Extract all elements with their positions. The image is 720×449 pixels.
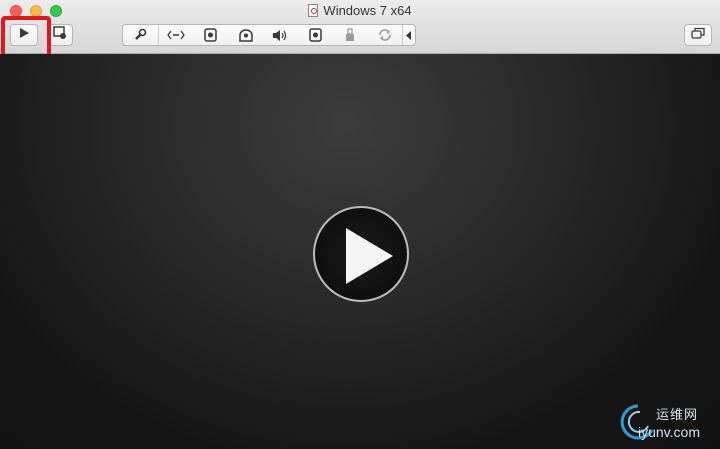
- vm-window: Windows 7 x64 运维网 iyunv.com: [0, 0, 720, 449]
- watermark-bottom-text: iyunv.com: [638, 424, 700, 440]
- start-vm-play-button[interactable]: [313, 206, 409, 302]
- play-icon: [346, 228, 393, 284]
- optical-drive-icon[interactable]: [228, 25, 263, 45]
- watermark: 运维网 iyunv.com: [618, 402, 718, 444]
- window-title: Windows 7 x64: [0, 3, 720, 19]
- sound-icon[interactable]: [263, 25, 298, 45]
- network-icon[interactable]: [159, 25, 194, 45]
- window-icon: [691, 26, 705, 44]
- hard-disk-icon[interactable]: [194, 25, 229, 45]
- camera-icon[interactable]: [298, 25, 333, 45]
- sharing-icon[interactable]: [367, 25, 402, 45]
- fullscreen-button[interactable]: [684, 24, 712, 46]
- document-icon: [308, 4, 319, 17]
- chevron-left-icon[interactable]: [403, 25, 415, 45]
- title-bar: Windows 7 x64: [0, 0, 720, 54]
- window-title-text: Windows 7 x64: [323, 3, 412, 18]
- vm-display[interactable]: 运维网 iyunv.com: [0, 54, 720, 449]
- watermark-top-text: 运维网: [656, 407, 699, 422]
- wrench-icon[interactable]: [123, 25, 158, 45]
- usb-icon[interactable]: [333, 25, 368, 45]
- device-toolbar: [122, 24, 416, 46]
- snapshot-icon: [53, 25, 67, 45]
